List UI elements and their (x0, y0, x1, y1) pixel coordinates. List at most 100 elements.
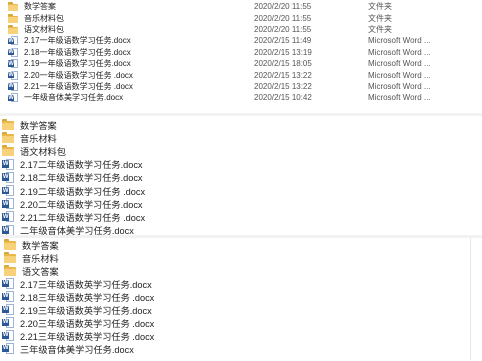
file-list-grade2: 数学答案音乐材料语文材料包 W 2.17二年级语数学习任务.docx W 2.18二年级… (0, 118, 482, 236)
word-doc-icon: W (2, 185, 14, 197)
item-name: 语文材料包 (20, 146, 66, 157)
file-item[interactable]: W 2.21二年级语数学习任务 .docx (0, 210, 482, 223)
folder-item[interactable]: 数学答案 2020/2/20 11:55 文件夹 (0, 1, 482, 12)
word-doc-icon: W (8, 93, 18, 103)
word-doc-icon: W (2, 330, 14, 341)
folder-icon (4, 265, 16, 276)
item-name: 2.19一年级语数学习任务.docx (24, 59, 131, 69)
item-date-modified: 2020/2/15 11:49 (254, 36, 312, 46)
folder-icon (8, 13, 18, 23)
item-name: 2.21一年级语数学习任务 .docx (24, 81, 133, 91)
folder-item[interactable]: 音乐材料 (0, 251, 482, 264)
folder-icon (2, 119, 14, 131)
file-item[interactable]: W 2.17二年级语数学习任务.docx (0, 158, 482, 171)
folder-icon (8, 2, 18, 12)
item-type: 文件夹 (368, 2, 392, 12)
word-doc-icon: W (2, 211, 14, 223)
folder-item[interactable]: 数学答案 (0, 238, 482, 251)
item-name: 2.20三年级语数英学习任务 .docx (20, 318, 155, 329)
item-name: 语文答案 (22, 266, 59, 277)
file-item[interactable]: W 2.20一年级语数学习任务 .docx 2020/2/15 13:22 Micro… (0, 69, 482, 80)
folder-item[interactable]: 语文材料包 2020/2/20 11:55 文件夹 (0, 24, 482, 35)
item-date-modified: 2020/2/15 18:05 (254, 59, 312, 69)
file-item[interactable]: W 一年级音体美学习任务.docx 2020/2/15 10:42 Microsoft… (0, 92, 482, 103)
item-name: 2.17一年级语数学习任务.docx (24, 36, 131, 46)
folder-icon (2, 132, 14, 144)
item-type: Microsoft Word ... (368, 36, 431, 46)
word-doc-icon: W (2, 158, 14, 170)
item-name: 2.17二年级语数学习任务.docx (20, 160, 143, 171)
file-item[interactable]: W 三年级音体美学习任务.docx (0, 342, 482, 355)
file-item[interactable]: W 2.21一年级语数学习任务 .docx 2020/2/15 13:22 Micro… (0, 81, 482, 92)
folder-icon (4, 239, 16, 250)
file-item[interactable]: W 2.18三年级语数英学习任务 .docx (0, 290, 482, 303)
folder-item[interactable]: 数学答案 (0, 118, 482, 131)
word-doc-icon: W (2, 224, 14, 236)
file-item[interactable]: W 2.19一年级语数学习任务.docx 2020/2/15 18:05 Micros… (0, 58, 482, 69)
item-date-modified: 2020/2/15 10:42 (254, 93, 312, 103)
item-name: 2.20二年级语数学习任务.docx (20, 199, 143, 210)
word-doc-icon: W (2, 278, 14, 289)
word-doc-icon: W (8, 36, 18, 46)
item-name: 数学答案 (20, 120, 57, 131)
word-doc-icon: W (2, 304, 14, 315)
item-date-modified: 2020/2/15 13:22 (254, 81, 312, 91)
item-name: 数学答案 (22, 240, 59, 251)
word-doc-icon: W (8, 70, 18, 80)
item-type: Microsoft Word ... (368, 47, 431, 57)
folder-item[interactable]: 语文答案 (0, 264, 482, 277)
file-item[interactable]: W 2.18二年级语数学习任务.docx (0, 171, 482, 184)
folder-icon (4, 252, 16, 263)
item-type: 文件夹 (368, 24, 392, 34)
item-date-modified: 2020/2/15 13:22 (254, 70, 312, 80)
item-name: 2.18一年级语数学习任务.docx (24, 47, 131, 57)
item-name: 一年级音体美学习任务.docx (24, 93, 124, 103)
item-name: 2.19二年级语数学习任务 .docx (20, 186, 146, 197)
file-item[interactable]: W 2.20三年级语数英学习任务 .docx (0, 316, 482, 329)
item-name: 数学答案 (24, 2, 56, 12)
file-item[interactable]: W 2.17一年级语数学习任务.docx 2020/2/15 11:49 Micros… (0, 35, 482, 46)
file-item[interactable]: W 2.18一年级语数学习任务.docx 2020/2/15 13:19 Micros… (0, 47, 482, 58)
item-name: 语文材料包 (24, 24, 64, 34)
item-name: 三年级音体美学习任务.docx (20, 344, 134, 355)
folder-item[interactable]: 语文材料包 (0, 144, 482, 157)
item-name: 2.18三年级语数英学习任务 .docx (20, 292, 155, 303)
item-name: 2.21二年级语数学习任务 .docx (20, 212, 146, 223)
folder-item[interactable]: 音乐材料包 2020/2/20 11:55 文件夹 (0, 12, 482, 23)
item-date-modified: 2020/2/20 11:55 (254, 24, 312, 34)
file-list-grade3: 数学答案音乐材料语文答案 W 2.17三年级语数英学习任务.docx W 2.18三年级… (0, 238, 482, 360)
file-item[interactable]: W 2.20二年级语数学习任务.docx (0, 197, 482, 210)
folder-item[interactable]: 音乐材料 (0, 131, 482, 144)
file-item[interactable]: W 2.21三年级语数英学习任务 .docx (0, 329, 482, 342)
item-name: 2.19三年级语数英学习任务.docx (20, 305, 152, 316)
item-name: 音乐材料 (22, 253, 59, 264)
file-item[interactable]: W 2.17三年级语数英学习任务.docx (0, 277, 482, 290)
word-doc-icon: W (8, 59, 18, 69)
item-date-modified: 2020/2/15 13:19 (254, 47, 312, 57)
item-date-modified: 2020/2/20 11:55 (254, 13, 312, 23)
folder-icon (2, 145, 14, 157)
item-type: Microsoft Word ... (368, 59, 431, 69)
item-name: 2.18二年级语数学习任务.docx (20, 173, 143, 184)
separator (0, 113, 482, 116)
file-item[interactable]: W 2.19二年级语数学习任务 .docx (0, 184, 482, 197)
file-list-detailed: 数学答案 2020/2/20 11:55 文件夹 音乐材料包 2020/2/20 11:… (0, 0, 482, 112)
item-name: 2.20一年级语数学习任务 .docx (24, 70, 133, 80)
item-type: Microsoft Word ... (368, 70, 431, 80)
word-doc-icon: W (8, 81, 18, 91)
item-type: Microsoft Word ... (368, 93, 431, 103)
word-doc-icon: W (2, 343, 14, 354)
item-name: 音乐材料包 (24, 13, 64, 23)
folder-icon (8, 24, 18, 34)
word-doc-icon: W (2, 171, 14, 183)
item-type: Microsoft Word ... (368, 81, 431, 91)
file-item[interactable]: W 2.19三年级语数英学习任务.docx (0, 303, 482, 316)
word-doc-icon: W (2, 198, 14, 210)
word-doc-icon: W (2, 317, 14, 328)
item-name: 音乐材料 (20, 133, 57, 144)
item-name: 2.21三年级语数英学习任务 .docx (20, 331, 155, 342)
item-date-modified: 2020/2/20 11:55 (254, 2, 312, 12)
word-doc-icon: W (2, 291, 14, 302)
word-doc-icon: W (8, 47, 18, 57)
item-name: 2.17三年级语数英学习任务.docx (20, 279, 152, 290)
